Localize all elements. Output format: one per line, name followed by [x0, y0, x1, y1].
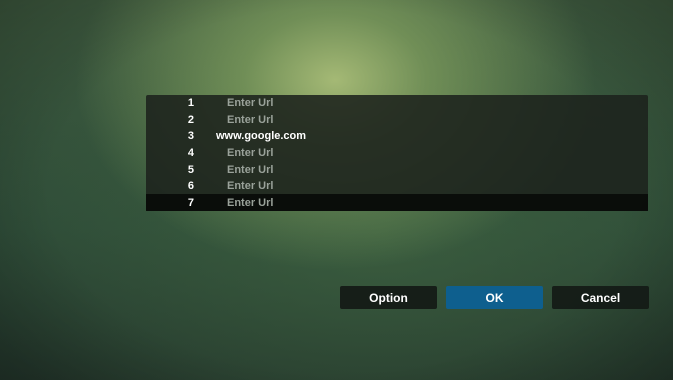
url-item-number: 1: [187, 97, 194, 110]
url-item-placeholder: Enter Url: [227, 147, 274, 160]
url-item-placeholder: Enter Url: [227, 113, 274, 126]
url-list-item-1[interactable]: 1 Enter Url: [146, 95, 648, 112]
url-item-placeholder: Enter Url: [227, 180, 274, 193]
url-item-placeholder: Enter Url: [227, 196, 274, 209]
url-list-item-4[interactable]: 4 Enter Url: [146, 145, 648, 162]
url-list-item-6[interactable]: 6 Enter Url: [146, 178, 648, 195]
url-item-number: 6: [187, 180, 194, 193]
url-list-item-2[interactable]: 2 Enter Url: [146, 112, 648, 129]
url-list-item-3[interactable]: 3 www.google.com: [146, 128, 648, 145]
url-list-panel: 1 Enter Url 2 Enter Url 3 www.google.com…: [146, 95, 648, 211]
option-button[interactable]: Option: [340, 286, 437, 309]
ok-button[interactable]: OK: [446, 286, 543, 309]
url-list-item-5[interactable]: 5 Enter Url: [146, 161, 648, 178]
url-item-placeholder: Enter Url: [227, 97, 274, 110]
url-item-number: 2: [187, 113, 194, 126]
cancel-button[interactable]: Cancel: [552, 286, 649, 309]
url-item-number: 7: [187, 196, 194, 209]
url-item-value: www.google.com: [216, 130, 307, 143]
url-item-number: 4: [187, 147, 194, 160]
url-item-number: 5: [187, 163, 194, 176]
url-item-placeholder: Enter Url: [227, 163, 274, 176]
url-list-item-7[interactable]: 7 Enter Url: [146, 194, 648, 211]
url-item-number: 3: [187, 130, 194, 143]
